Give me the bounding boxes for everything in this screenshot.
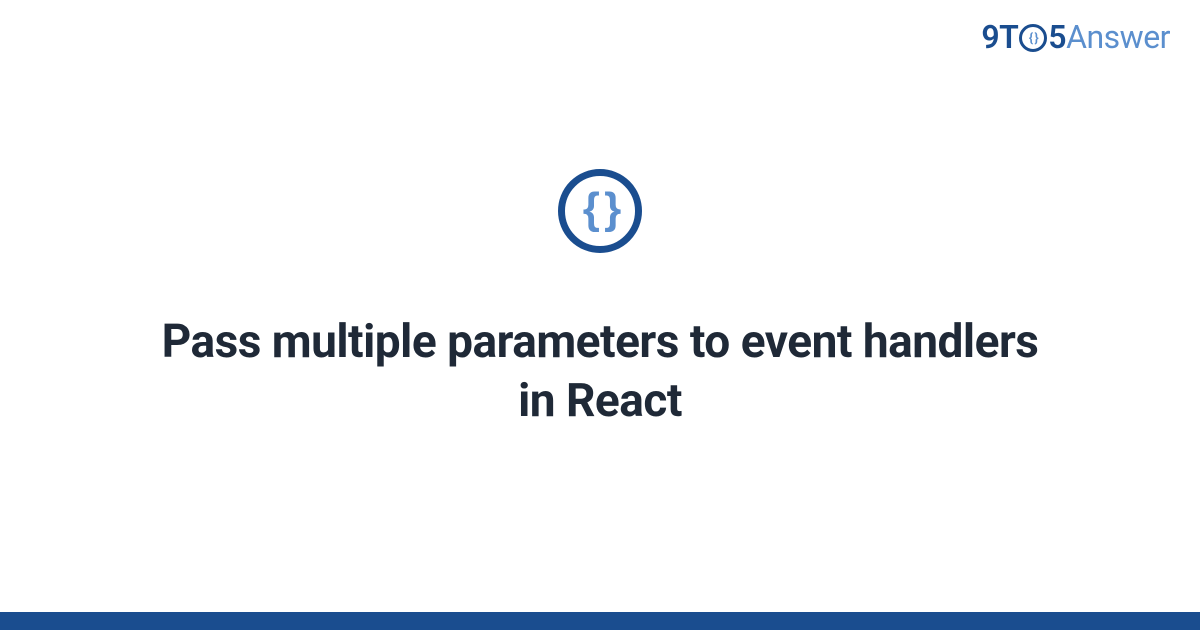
main-content: { } Pass multiple parameters to event ha…	[0, 0, 1200, 630]
category-circle-icon: { }	[558, 169, 642, 253]
code-braces-icon: { }	[583, 187, 617, 231]
page-title: Pass multiple parameters to event handle…	[140, 313, 1060, 431]
footer-accent-bar	[0, 612, 1200, 630]
